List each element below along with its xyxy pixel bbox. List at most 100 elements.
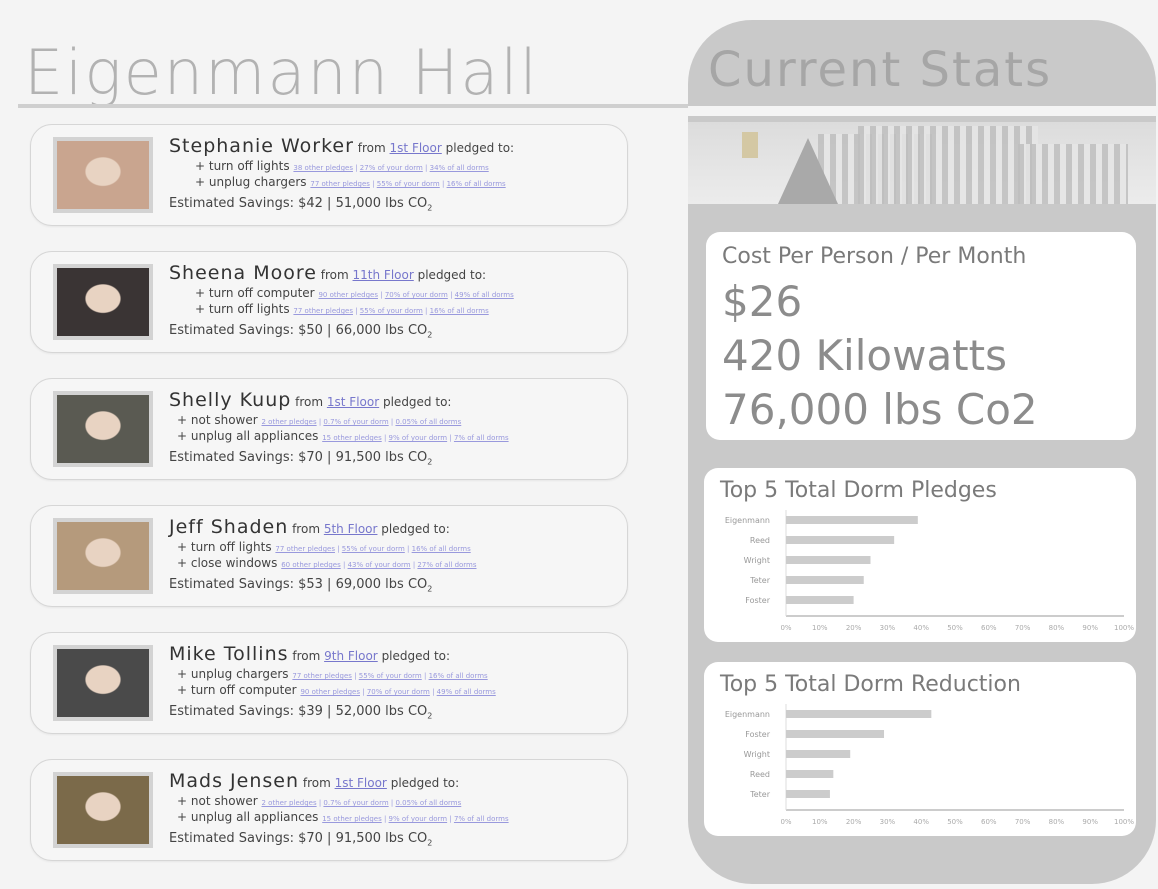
avatar-photo (57, 141, 149, 209)
x-tick-label: 70% (1015, 818, 1031, 826)
pledge-stat-link[interactable]: 16% of all dorms (429, 672, 488, 680)
pledge-stat-link[interactable]: 9% of your dorm (389, 815, 448, 823)
bar-foster (786, 596, 854, 604)
pledge-stat-link[interactable]: 0.7% of your dorm (323, 799, 388, 807)
pledge-stat-link[interactable]: 55% of your dorm (360, 307, 423, 315)
separator: | (360, 688, 367, 696)
separator: | (447, 815, 454, 823)
bar-teter (786, 576, 864, 584)
pledge-stat-link[interactable]: 15 other pledges (322, 434, 382, 442)
pledge-stat-link[interactable]: 77 other pledges (310, 180, 370, 188)
separator: | (404, 545, 412, 553)
pledge-stat-link[interactable]: 9% of your dorm (389, 434, 448, 442)
pledge-header: Jeff Shaden from 5th Floor pledged to: (169, 516, 617, 538)
pledge-stat-link[interactable]: 60 other pledges (281, 561, 341, 569)
floor-link[interactable]: 1st Floor (327, 395, 379, 409)
pledge-action: + not shower (177, 794, 258, 808)
pledge-stat-link[interactable]: 90 other pledges (318, 291, 378, 299)
x-tick-label: 0% (780, 624, 791, 632)
pledge-stat-link[interactable]: 77 other pledges (293, 307, 353, 315)
pledge-stat-link[interactable]: 70% of your dorm (385, 291, 448, 299)
pledge-stat-link[interactable]: 16% of all dorms (412, 545, 471, 553)
pledge-item: + turn off lights 77 other pledges | 55%… (195, 302, 617, 316)
pledge-body: Stephanie Worker from 1st Floor pledged … (169, 135, 617, 189)
pledge-stat-link[interactable]: 7% of all dorms (454, 815, 509, 823)
x-tick-label: 50% (947, 818, 963, 826)
stats-divider (688, 106, 1156, 116)
pledge-item: + unplug all appliances 15 other pledges… (177, 429, 617, 443)
pledge-card: Shelly Kuup from 1st Floor pledged to: + … (30, 378, 628, 480)
x-tick-label: 0% (780, 818, 791, 826)
category-label: Foster (745, 596, 770, 605)
floor-link[interactable]: 9th Floor (324, 649, 378, 663)
pledge-body: Shelly Kuup from 1st Floor pledged to: + … (169, 389, 617, 443)
floor-link[interactable]: 5th Floor (324, 522, 378, 536)
from-label: from (292, 649, 321, 663)
co2-subscript: 2 (427, 204, 433, 213)
pledge-item: + not shower 2 other pledges | 0.7% of y… (177, 413, 617, 427)
pledge-card: Mads Jensen from 1st Floor pledged to: + … (30, 759, 628, 861)
pledge-stat-link[interactable]: 49% of all dorms (455, 291, 514, 299)
pledged-label: pledged to: (445, 141, 515, 155)
pledge-action: + turn off computer (177, 683, 297, 697)
pledge-stat-link[interactable]: 27% of all dorms (417, 561, 476, 569)
co2-subscript: 2 (427, 458, 433, 467)
pledge-stat-link[interactable]: 16% of all dorms (430, 307, 489, 315)
avatar (53, 137, 153, 213)
pledge-item: + close windows 60 other pledges | 43% o… (177, 556, 617, 570)
reduction-bar-chart: Eigenmann Foster Wright Reed Teter 0% 10% 20% 30… (725, 704, 1134, 826)
pledge-item: + unplug all appliances 15 other pledges… (177, 810, 617, 824)
person-name: Mike Tollins (169, 643, 289, 665)
pledge-stat-link[interactable]: 7% of all dorms (454, 434, 509, 442)
bar-wright (786, 556, 871, 564)
pledge-header: Shelly Kuup from 1st Floor pledged to: (169, 389, 617, 411)
pledge-stat-link[interactable]: 2 other pledges (262, 799, 317, 807)
pledge-stat-link[interactable]: 16% of all dorms (447, 180, 506, 188)
pledge-stat-link[interactable]: 2 other pledges (262, 418, 317, 426)
floor-link[interactable]: 11th Floor (353, 268, 414, 282)
pledge-action: + unplug chargers (177, 667, 289, 681)
pledge-stat-link[interactable]: 43% of your dorm (348, 561, 411, 569)
pledge-item: + turn off lights 38 other pledges | 27%… (195, 159, 617, 173)
pledge-card: Mike Tollins from 9th Floor pledged to: +… (30, 632, 628, 734)
pledge-stat-link[interactable]: 55% of your dorm (377, 180, 440, 188)
pledge-item: + turn off computer 90 other pledges | 7… (177, 683, 617, 697)
separator: | (351, 672, 359, 680)
pledge-stat-link[interactable]: 34% of all dorms (430, 164, 489, 172)
pledge-body: Sheena Moore from 11th Floor pledged to:… (169, 262, 617, 316)
from-label: from (302, 776, 331, 790)
pledge-stat-link[interactable]: 49% of all dorms (437, 688, 496, 696)
pledge-stat-link[interactable]: 55% of your dorm (342, 545, 405, 553)
separator: | (352, 307, 360, 315)
avatar (53, 264, 153, 340)
pledge-stat-link[interactable]: 90 other pledges (300, 688, 360, 696)
person-name: Sheena Moore (169, 262, 317, 284)
person-name: Mads Jensen (169, 770, 300, 792)
avatar (53, 518, 153, 594)
avatar (53, 772, 153, 848)
flag-shape (742, 132, 758, 158)
pledge-stat-link[interactable]: 70% of your dorm (367, 688, 430, 696)
pledge-stat-link[interactable]: 15 other pledges (322, 815, 382, 823)
pledge-stat-link[interactable]: 55% of your dorm (359, 672, 422, 680)
pledge-stat-link[interactable]: 77 other pledges (292, 672, 352, 680)
category-label: Reed (750, 770, 770, 779)
floor-link[interactable]: 1st Floor (335, 776, 387, 790)
building-tower (858, 126, 1038, 204)
separator: | (381, 815, 389, 823)
pledge-action: + turn off lights (177, 540, 272, 554)
separator: | (447, 291, 455, 299)
pledge-action: + turn off computer (195, 286, 315, 300)
pledge-stat-link[interactable]: 27% of your dorm (360, 164, 423, 172)
pledge-stat-link[interactable]: 0.05% of all dorms (395, 799, 461, 807)
avatar (53, 391, 153, 467)
pledge-body: Mike Tollins from 9th Floor pledged to: +… (169, 643, 617, 697)
pledge-stat-link[interactable]: 0.7% of your dorm (323, 418, 388, 426)
kilowatts-value: 420 Kilowatts (722, 331, 1007, 380)
pledge-stat-link[interactable]: 38 other pledges (293, 164, 353, 172)
pledge-stat-link[interactable]: 0.05% of all dorms (395, 418, 461, 426)
pledge-stat-link[interactable]: 77 other pledges (275, 545, 335, 553)
floor-link[interactable]: 1st Floor (390, 141, 442, 155)
co2-subscript: 2 (427, 585, 433, 594)
current-stats-panel: Current Stats Cost Per Person / Per Mont… (688, 20, 1156, 884)
